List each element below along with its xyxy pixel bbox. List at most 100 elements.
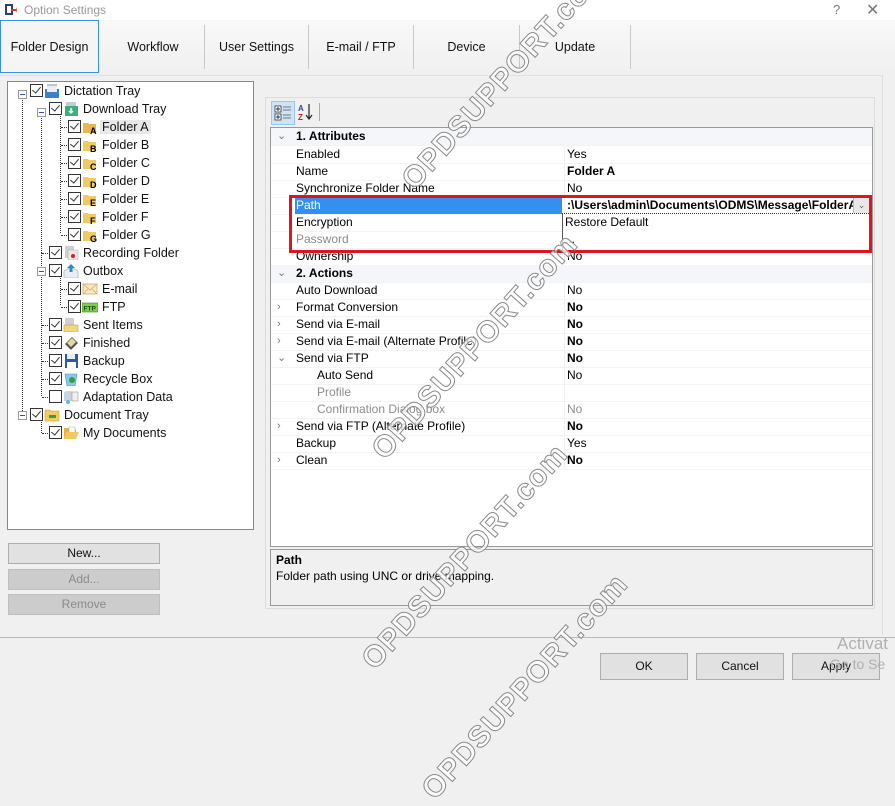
checkbox[interactable] <box>68 192 81 206</box>
chevron-right-icon[interactable]: › <box>277 418 289 435</box>
property-row-synchronize-folder-name[interactable]: Synchronize Folder Name No <box>271 180 872 198</box>
category-actions[interactable]: ⌄ 2. Actions <box>271 265 872 283</box>
remove-button[interactable]: Remove <box>8 594 160 615</box>
checkbox[interactable] <box>68 138 81 152</box>
checkbox[interactable] <box>68 282 81 296</box>
tree-node-finished[interactable]: Finished <box>49 334 132 352</box>
tab-user-settings[interactable]: User Settings <box>205 25 309 69</box>
property-row-backup[interactable]: Backup Yes <box>271 435 872 453</box>
checkbox[interactable] <box>49 264 62 278</box>
checkbox[interactable] <box>49 372 62 386</box>
property-row-send-via-ftp[interactable]: ⌄ Send via FTP No <box>271 350 872 368</box>
svg-text:G: G <box>90 234 97 242</box>
chevron-right-icon[interactable]: › <box>277 333 289 350</box>
path-combo-input[interactable]: :\Users\admin\Documents\ODMS\Message\Fol… <box>564 197 853 214</box>
checkbox[interactable] <box>49 390 62 404</box>
property-description-panel: Path Folder path using UNC or drive mapp… <box>270 549 873 606</box>
tree-node-sent-items[interactable]: Sent Items <box>49 316 145 334</box>
property-row-auto-send[interactable]: Auto Send No <box>271 367 872 385</box>
tab-email-ftp[interactable]: E-mail / FTP <box>309 25 414 69</box>
property-row-name[interactable]: Name Folder A <box>271 163 872 181</box>
checkbox[interactable] <box>68 300 81 314</box>
collapse-toggle[interactable] <box>37 108 46 117</box>
folder-tree[interactable]: Dictation Tray Download Tray A Folder A B… <box>7 81 254 530</box>
dropdown-option-browse[interactable]: ... <box>565 231 575 248</box>
cancel-button[interactable]: Cancel <box>696 653 784 680</box>
tab-device[interactable]: Device <box>414 25 520 69</box>
property-grid[interactable]: ⌄ 1. Attributes Enabled Yes Name Folder … <box>270 127 873 547</box>
help-button[interactable]: ? <box>833 2 840 17</box>
folder-f-icon: F <box>83 212 96 224</box>
close-button[interactable]: ✕ <box>866 0 879 20</box>
category-attributes[interactable]: ⌄ 1. Attributes <box>271 128 872 146</box>
checkbox[interactable] <box>68 174 81 188</box>
collapse-toggle[interactable] <box>18 411 27 420</box>
property-row-send-via-email[interactable]: › Send via E-mail No <box>271 316 872 334</box>
property-row-auto-download[interactable]: Auto Download No <box>271 282 872 300</box>
checkbox[interactable] <box>49 336 62 350</box>
checkbox[interactable] <box>49 354 62 368</box>
tree-node-download-tray[interactable]: Download Tray <box>49 100 168 118</box>
checkbox[interactable] <box>49 246 62 260</box>
tree-node-folder-e[interactable]: E Folder E <box>68 190 151 208</box>
chevron-right-icon[interactable]: › <box>277 299 289 316</box>
tree-node-folder-f[interactable]: F Folder F <box>68 208 151 226</box>
tree-node-my-documents[interactable]: My Documents <box>49 424 168 442</box>
alphabetical-sort-icon[interactable]: A Z <box>296 101 316 123</box>
tree-node-folder-b[interactable]: B Folder B <box>68 136 151 154</box>
chevron-down-icon[interactable]: ⌄ <box>277 128 289 145</box>
svg-text:Z: Z <box>298 113 303 122</box>
tree-node-adaptation-data[interactable]: Adaptation Data <box>49 388 175 406</box>
checkbox[interactable] <box>68 156 81 170</box>
tree-node-ftp[interactable]: FTP FTP <box>68 298 128 316</box>
chevron-down-icon[interactable]: ⌄ <box>277 350 289 367</box>
tree-node-recycle-box[interactable]: Recycle Box <box>49 370 154 388</box>
categorized-view-icon[interactable] <box>271 101 295 125</box>
right-edge-panel <box>882 75 895 635</box>
tree-node-folder-g[interactable]: G Folder G <box>68 226 153 244</box>
checkbox[interactable] <box>30 408 43 422</box>
chevron-right-icon[interactable]: › <box>277 316 289 333</box>
tree-node-outbox[interactable]: Outbox <box>49 262 125 280</box>
tree-node-folder-c[interactable]: C Folder C <box>68 154 152 172</box>
checkbox[interactable] <box>30 84 43 98</box>
add-button[interactable]: Add... <box>8 569 160 590</box>
tab-workflow[interactable]: Workflow <box>102 25 205 69</box>
checkbox[interactable] <box>68 228 81 242</box>
property-row-format-conversion[interactable]: › Format Conversion No <box>271 299 872 317</box>
chevron-right-icon[interactable]: › <box>277 452 289 469</box>
checkbox[interactable] <box>49 426 62 440</box>
path-dropdown-arrow-icon[interactable]: ⌄ <box>853 197 870 214</box>
tree-node-document-tray[interactable]: Document Tray <box>30 406 151 424</box>
dropdown-option-restore-default[interactable]: Restore Default <box>565 214 648 231</box>
description-title: Path <box>276 553 303 567</box>
collapse-toggle[interactable] <box>18 90 27 99</box>
property-row-send-via-email-alternate[interactable]: › Send via E-mail (Alternate Profile) No <box>271 333 872 351</box>
tab-update[interactable]: Update <box>520 25 631 69</box>
checkbox[interactable] <box>68 210 81 224</box>
chevron-down-icon[interactable]: ⌄ <box>277 265 289 282</box>
ok-button[interactable]: OK <box>600 653 688 680</box>
tab-folder-design[interactable]: Folder Design <box>0 20 99 73</box>
checkbox[interactable] <box>49 318 62 332</box>
property-row-confirmation-dialog[interactable]: Confirmation Dialog box No <box>271 401 872 419</box>
checkbox[interactable] <box>68 120 81 134</box>
document-tray-icon <box>44 409 60 422</box>
checkbox[interactable] <box>49 102 62 116</box>
folder-b-icon: B <box>83 140 97 152</box>
tree-node-recording-folder[interactable]: Recording Folder <box>49 244 181 262</box>
collapse-toggle[interactable] <box>37 267 46 276</box>
tree-connector <box>41 113 42 253</box>
tree-node-backup[interactable]: Backup <box>49 352 127 370</box>
tree-node-email[interactable]: E-mail <box>68 280 139 298</box>
path-dropdown-list[interactable]: Restore Default ... <box>562 213 871 251</box>
property-row-profile[interactable]: Profile <box>271 384 872 402</box>
tree-node-folder-d[interactable]: D Folder D <box>68 172 152 190</box>
property-row-send-via-ftp-alternate[interactable]: › Send via FTP (Alternate Profile) No <box>271 418 872 436</box>
tree-node-dictation-tray[interactable]: Dictation Tray <box>30 82 142 100</box>
property-row-clean[interactable]: › Clean No <box>271 452 872 470</box>
svg-text:A: A <box>90 126 97 134</box>
new-button[interactable]: New... <box>8 543 160 564</box>
tree-node-folder-a[interactable]: A Folder A <box>68 118 151 136</box>
property-row-enabled[interactable]: Enabled Yes <box>271 146 872 164</box>
